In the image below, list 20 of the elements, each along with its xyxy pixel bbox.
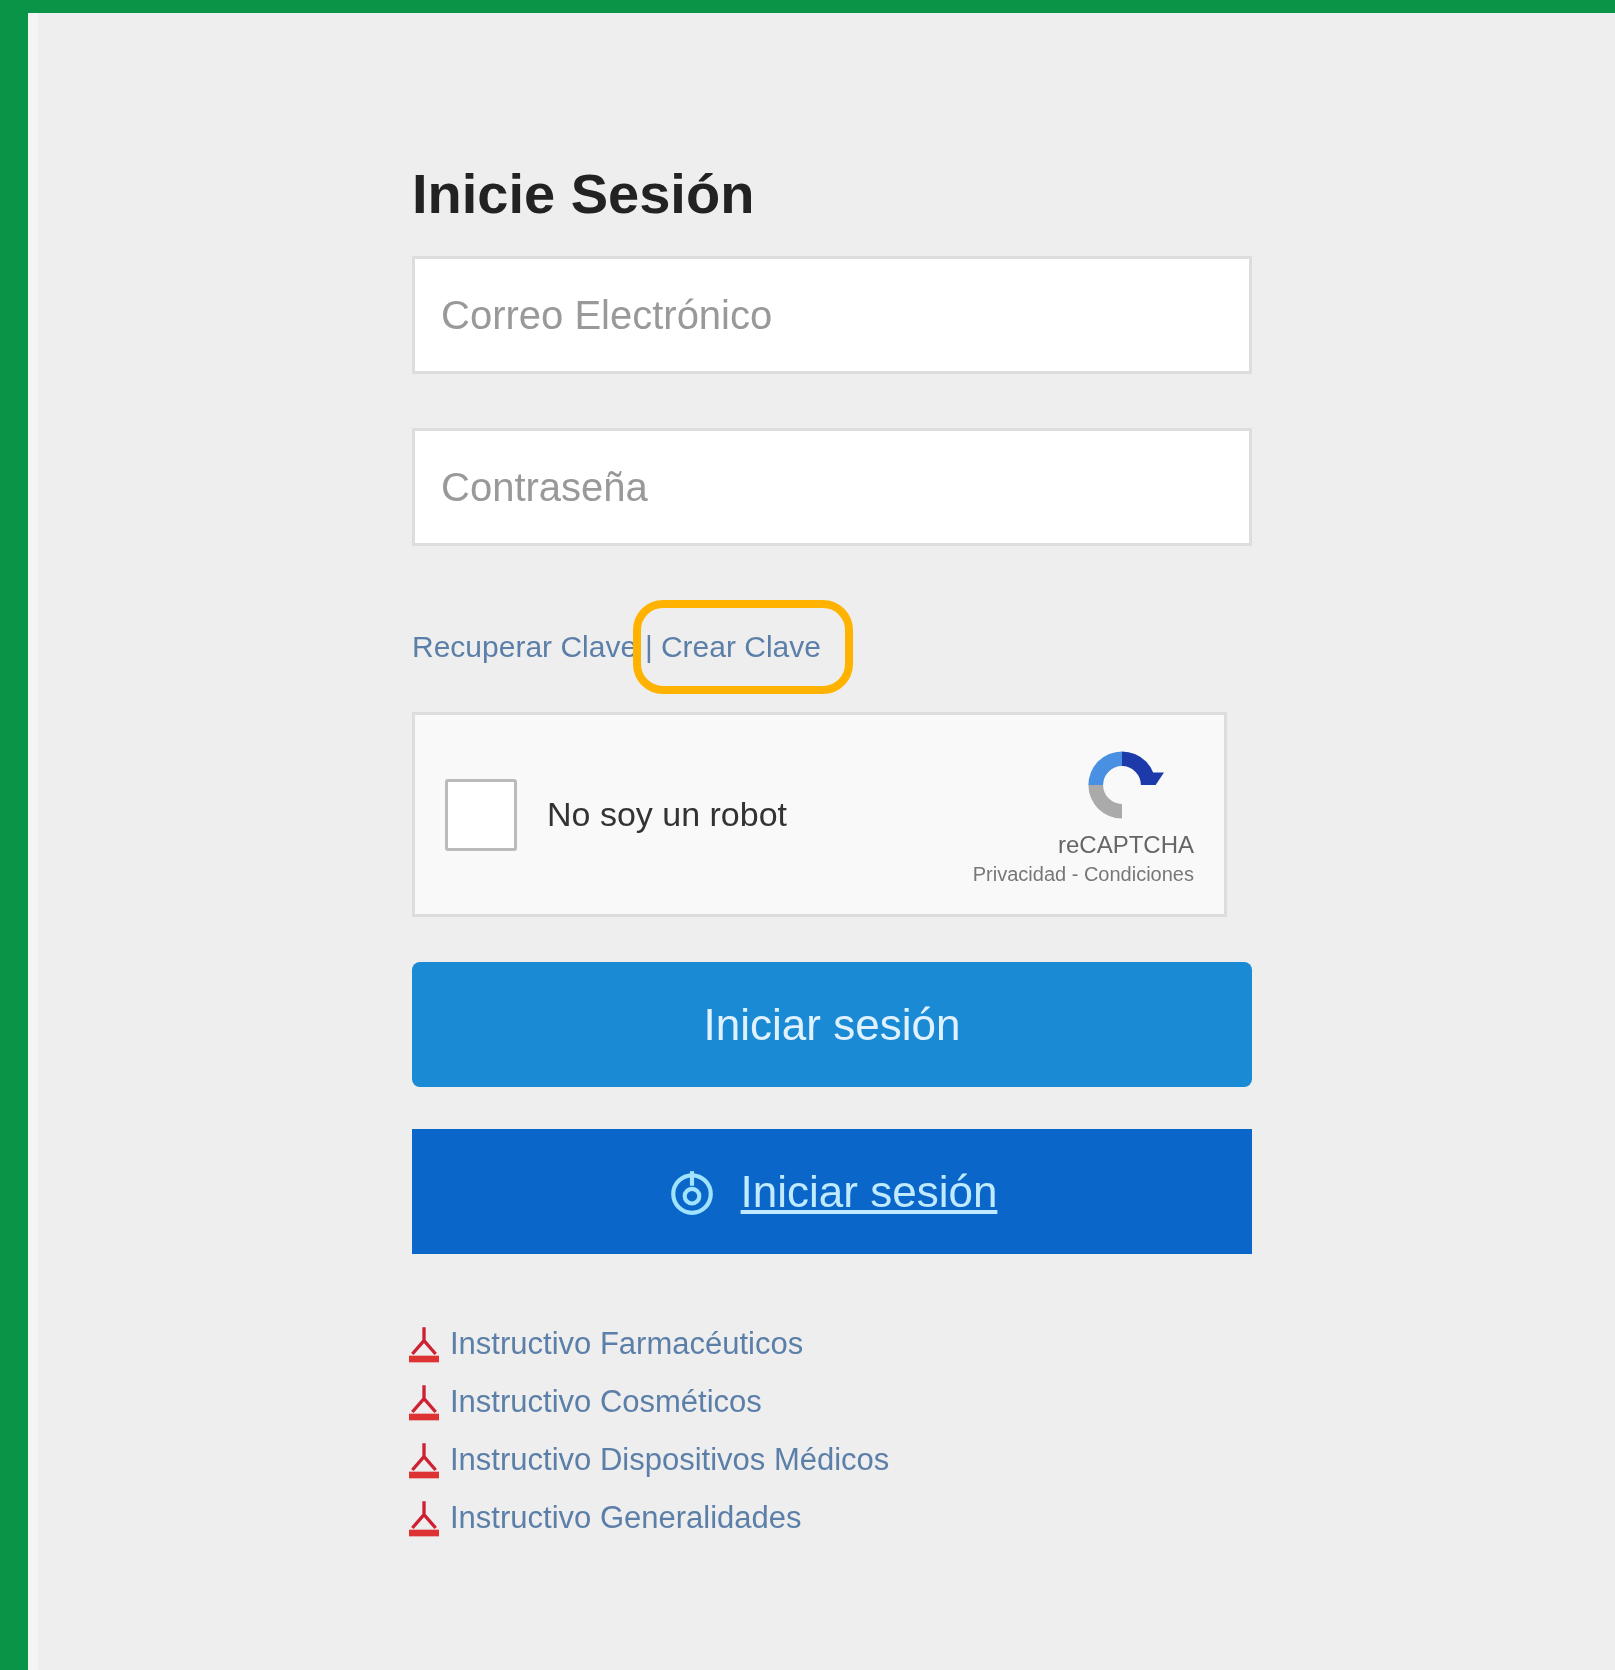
captcha-terms: Privacidad - Condiciones (972, 863, 1194, 886)
pdf-icon (406, 1498, 442, 1538)
document-link[interactable]: Instructivo Farmacéuticos (450, 1326, 804, 1362)
captcha-label: No soy un robot (547, 795, 789, 834)
account-link[interactable]: Recuperar Clave (412, 630, 638, 663)
link-separator: | (645, 630, 653, 664)
input-field[interactable]: Correo Electrónico (412, 256, 1252, 374)
sign-in-button[interactable]: Iniciar sesión (412, 962, 1252, 1087)
pdf-icon (406, 1440, 442, 1480)
pdf-icon (406, 1382, 442, 1422)
document-link[interactable]: Instructivo Generalidades (450, 1500, 802, 1536)
captcha-checkbox[interactable] (445, 778, 517, 851)
document-link[interactable]: Instructivo Cosméticos (450, 1384, 762, 1420)
pdf-icon (406, 1324, 442, 1364)
document-link[interactable]: Instructivo Dispositivos Médicos (450, 1442, 890, 1478)
login-title: Inicie Sesión (412, 161, 756, 226)
sso-sign-in-button[interactable]: Iniciar sesión (412, 1129, 1252, 1254)
captcha-brand: reCAPTCHA (1057, 831, 1194, 859)
account-link[interactable]: Crear Clave (660, 630, 821, 663)
input-field[interactable]: Contraseña (412, 428, 1252, 546)
